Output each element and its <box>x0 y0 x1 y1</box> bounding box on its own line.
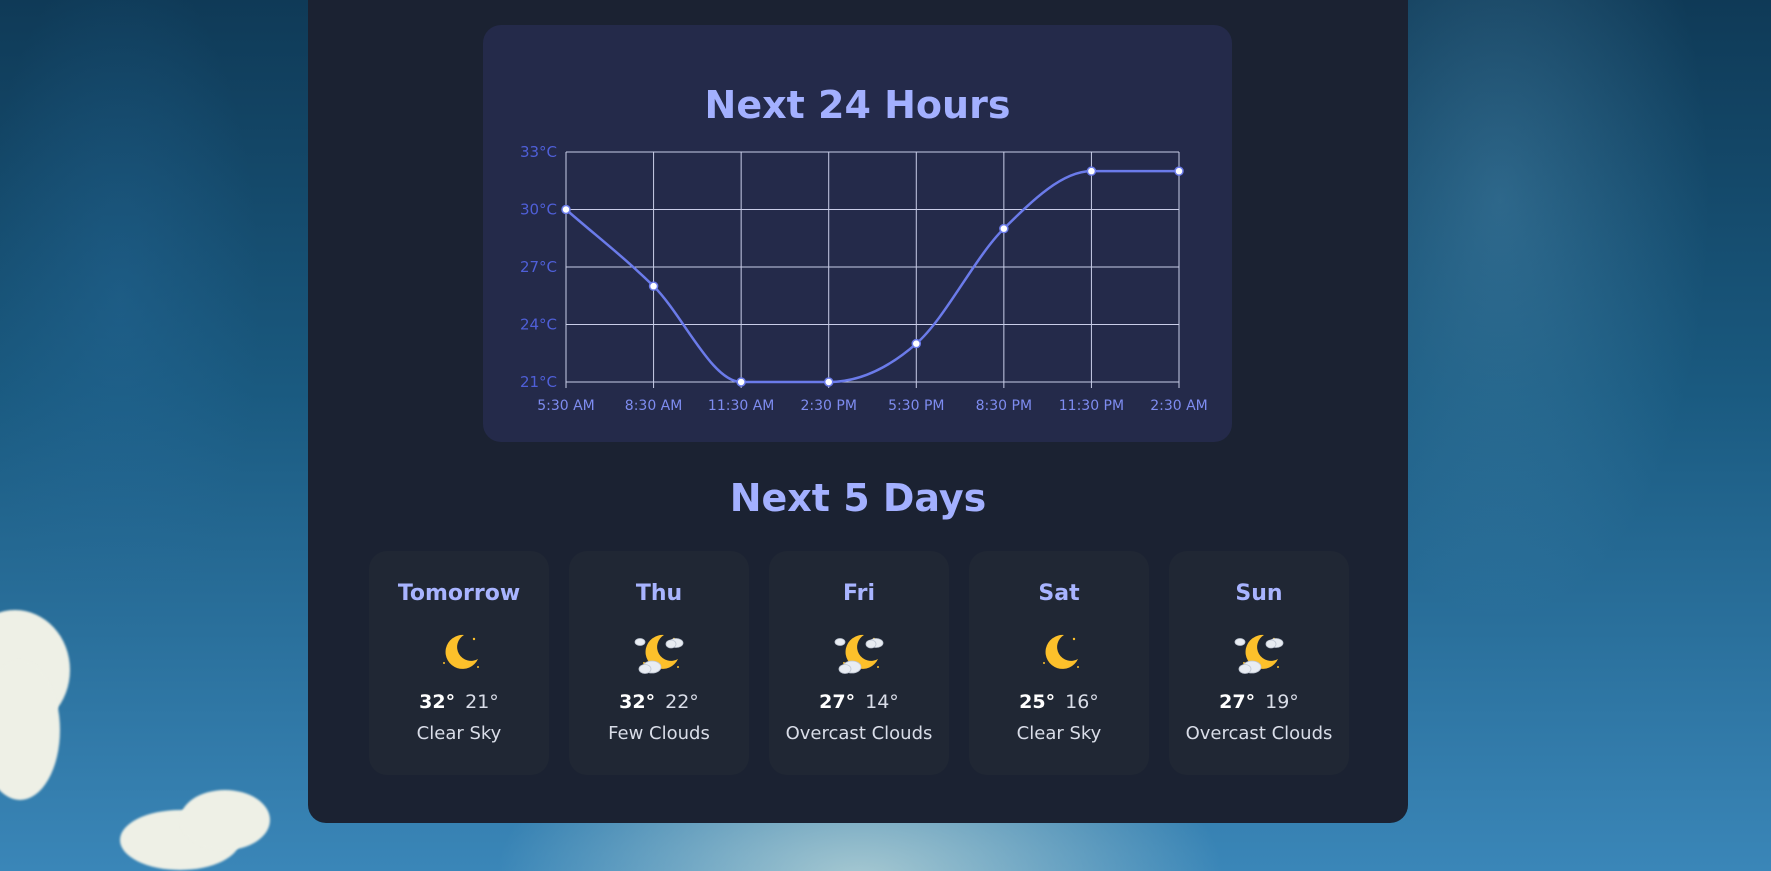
day-name: Thu <box>635 581 683 606</box>
day-high: 32° <box>419 691 456 713</box>
day-temps: 25° 16° <box>969 691 1149 713</box>
day-temps: 32° 22° <box>569 691 749 713</box>
hourly-chart-card: Next 24 Hours 21°C 24°C 27°C 30°C 33°C 5:30 A… <box>483 25 1232 442</box>
day-card-0: Tomorrow 32° 21° Clear Sky <box>369 551 549 775</box>
day-description: Clear Sky <box>1016 723 1102 744</box>
data-point <box>736 377 746 387</box>
day-temps: 32° 21° <box>369 691 549 713</box>
x-tick-label: 8:30 AM <box>625 398 683 414</box>
y-tick-label: 30°C <box>520 201 557 219</box>
day-card-3: Sat 25° 16° Clear Sky <box>969 551 1149 775</box>
y-tick-label: 24°C <box>520 316 557 334</box>
y-tick-label: 33°C <box>520 143 557 161</box>
day-name: Sun <box>1235 581 1283 606</box>
day-high: 27° <box>819 691 856 713</box>
moon-icon <box>443 634 479 669</box>
day-high: 27° <box>1219 691 1256 713</box>
day-description: Few Clouds <box>608 723 710 744</box>
data-point <box>911 338 922 349</box>
day-description: Overcast Clouds <box>1185 723 1333 744</box>
x-tick-label: 11:30 PM <box>1059 398 1124 414</box>
x-tick-label: 2:30 PM <box>801 398 857 414</box>
day-name: Sat <box>1038 581 1080 606</box>
y-tick-label: 27°C <box>520 258 557 276</box>
moon-clouds-icon <box>1234 634 1284 674</box>
moon-clouds-icon <box>634 634 684 674</box>
data-point <box>823 377 834 387</box>
data-point <box>1174 166 1184 176</box>
day-low: 19° <box>1265 691 1299 713</box>
day-high: 32° <box>619 691 656 713</box>
x-tick-label: 5:30 AM <box>537 398 595 414</box>
y-tick-label: 21°C <box>520 373 557 391</box>
daily-forecast-list: Tomorrow 32° 21° Clear Sky Thu 32° 22° Few… <box>369 551 1349 775</box>
day-description: Clear Sky <box>416 723 502 744</box>
data-point <box>999 223 1009 234</box>
data-point <box>648 281 659 291</box>
temperature-series-line <box>565 169 1179 384</box>
cloud-left-4 <box>180 790 270 850</box>
data-point <box>561 204 571 215</box>
day-card-1: Thu 32° 22° Few Clouds <box>569 551 749 775</box>
moon-icon <box>1043 634 1079 669</box>
day-temps: 27° 14° <box>769 691 949 713</box>
day-low: 21° <box>465 691 499 713</box>
daily-title: Next 5 Days <box>729 476 987 520</box>
day-name: Fri <box>842 581 875 606</box>
x-tick-label: 5:30 PM <box>888 398 944 414</box>
day-card-4: Sun 27° 19° Overcast Clouds <box>1169 551 1349 775</box>
day-card-2: Fri 27° 14° Overcast Clouds <box>769 551 949 775</box>
day-temps: 27° 19° <box>1169 691 1349 713</box>
x-tick-label: 2:30 AM <box>1150 398 1208 414</box>
moon-clouds-icon <box>834 634 884 674</box>
data-point <box>1086 166 1097 176</box>
x-tick-label: 11:30 AM <box>708 398 774 414</box>
day-name: Tomorrow <box>397 581 521 606</box>
day-low: 16° <box>1065 691 1099 713</box>
day-high: 25° <box>1019 691 1056 713</box>
day-low: 14° <box>865 691 899 713</box>
hourly-temperature-chart: 21°C 24°C 27°C 30°C 33°C 5:30 AM 8:30 AM 11:30 … <box>520 143 1208 414</box>
day-low: 22° <box>665 691 699 713</box>
x-tick-label: 8:30 PM <box>976 398 1032 414</box>
day-description: Overcast Clouds <box>785 723 933 744</box>
